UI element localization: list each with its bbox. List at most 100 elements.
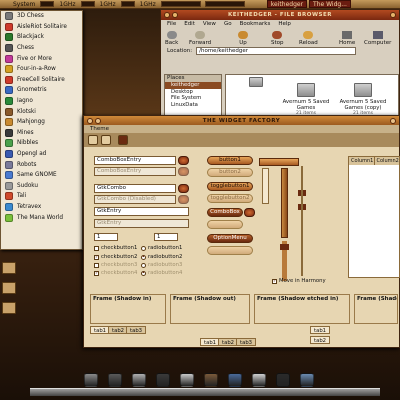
- button1[interactable]: button1: [207, 156, 253, 165]
- menu-item-game[interactable]: Gnometris: [1, 85, 82, 96]
- menu-item-game[interactable]: Iagno: [1, 96, 82, 107]
- menu-bookmarks[interactable]: Bookmarks: [240, 21, 271, 27]
- menu-view[interactable]: View: [203, 21, 216, 27]
- column-header[interactable]: Column1: [349, 157, 375, 165]
- dock-app-icon[interactable]: [228, 373, 242, 387]
- menu-item-game[interactable]: Mines: [1, 128, 82, 139]
- minimize-icon[interactable]: [95, 118, 101, 124]
- combo-box-button[interactable]: ComboBox: [207, 208, 243, 217]
- maximize-icon[interactable]: [390, 118, 396, 124]
- game-icon: [5, 33, 13, 42]
- maximize-icon[interactable]: [390, 12, 396, 18]
- menu-item-game[interactable]: Opengl ad: [1, 149, 82, 160]
- places-header[interactable]: Places: [165, 75, 221, 82]
- combo-box-entry[interactable]: ComboBoxEntry: [94, 156, 176, 165]
- menu-item-game[interactable]: Blackjack: [1, 32, 82, 43]
- stop-button[interactable]: Stop: [271, 31, 284, 46]
- dock-app-icon[interactable]: [252, 373, 266, 387]
- menu-item-game[interactable]: Chess: [1, 43, 82, 54]
- dock-app-icon[interactable]: [132, 373, 146, 387]
- minimize-icon[interactable]: [172, 12, 178, 18]
- dock-app-icon[interactable]: [108, 373, 122, 387]
- close-icon[interactable]: [164, 12, 170, 18]
- location-input[interactable]: /home/keithedger: [196, 47, 357, 55]
- menu-item-game[interactable]: Nibbles: [1, 138, 82, 149]
- menu-item-game[interactable]: Same GNOME: [1, 170, 82, 181]
- dock-app-icon[interactable]: [300, 373, 314, 387]
- computer-button[interactable]: Computer: [364, 31, 391, 46]
- menu-item-game[interactable]: FreeCell Solitaire: [1, 75, 82, 86]
- menu-help[interactable]: Help: [278, 21, 291, 27]
- checkbutton2[interactable]: ✓ checkbutton2: [94, 254, 137, 260]
- menu-item-game[interactable]: Klotski: [1, 106, 82, 117]
- back-button[interactable]: Back: [165, 31, 178, 46]
- new-icon[interactable]: [88, 135, 98, 145]
- desktop-icon[interactable]: [2, 302, 16, 314]
- spin-button[interactable]: 1: [94, 233, 118, 241]
- chevron-down-icon[interactable]: [244, 208, 255, 217]
- close-icon[interactable]: [87, 118, 93, 124]
- reload-button[interactable]: Reload: [299, 31, 318, 46]
- menu-item-game[interactable]: Tali: [1, 191, 82, 202]
- chevron-down-icon[interactable]: [178, 184, 189, 193]
- togglebutton1[interactable]: togglebutton1: [207, 182, 253, 191]
- radiobutton2[interactable]: • radiobutton2: [141, 254, 182, 260]
- menu-item-label: Five or More: [17, 55, 52, 62]
- window-titlebar[interactable]: KEITHEDGER - FILE BROWSER: [161, 10, 399, 20]
- menu-item-game[interactable]: Sudoku: [1, 181, 82, 192]
- dock-app-icon[interactable]: [180, 373, 194, 387]
- move-in-harmony-check[interactable]: ✓ Move in Harmony: [272, 278, 326, 284]
- menu-file[interactable]: File: [167, 21, 176, 27]
- tab-1[interactable]: tab1: [310, 326, 331, 334]
- dock-app-icon[interactable]: [156, 373, 170, 387]
- theme-menu[interactable]: Theme: [84, 125, 399, 133]
- tab-3[interactable]: tab3: [236, 338, 257, 346]
- menu-item-game[interactable]: Mahjongg: [1, 117, 82, 128]
- chevron-down-icon[interactable]: [178, 156, 189, 165]
- slider-handle[interactable]: [280, 244, 289, 250]
- desktop-icon[interactable]: [2, 262, 16, 274]
- taskbar-item-widget-factory[interactable]: The Widg...: [309, 0, 351, 8]
- save-icon[interactable]: [118, 135, 128, 145]
- system-menu[interactable]: System: [10, 1, 38, 8]
- menu-edit[interactable]: Edit: [184, 21, 195, 27]
- game-icon: [5, 97, 13, 106]
- dock-app-icon[interactable]: [84, 373, 98, 387]
- dock-app-icon[interactable]: [204, 373, 218, 387]
- menu-item-game[interactable]: Robots: [1, 159, 82, 170]
- column-header[interactable]: Column2: [375, 157, 400, 165]
- gtk-combo[interactable]: GtkCombo: [94, 184, 176, 193]
- home-button[interactable]: Home: [339, 31, 355, 46]
- radiobutton1[interactable]: radiobutton1: [141, 245, 182, 251]
- window-titlebar[interactable]: THE WIDGET FACTORY: [84, 116, 399, 125]
- gtk-entry[interactable]: GtkEntry: [94, 207, 189, 216]
- tab-3[interactable]: tab3: [126, 326, 147, 334]
- folder-item[interactable]: Avernum 5 Saved Games 21 items: [281, 83, 331, 117]
- vertical-scale[interactable]: [301, 166, 303, 276]
- folder-item[interactable]: [231, 77, 281, 89]
- menu-item-label: Sudoku: [17, 182, 39, 189]
- menu-item-game[interactable]: The Mana World: [1, 212, 82, 223]
- places-item-linuxdata[interactable]: LinuxData: [165, 102, 221, 109]
- taskbar-item-file-browser[interactable]: keithedger: [266, 0, 308, 8]
- menu-item-game[interactable]: Four-in-a-Row: [1, 64, 82, 75]
- spin-button[interactable]: 1: [154, 233, 178, 241]
- tab-2[interactable]: tab2: [310, 336, 331, 344]
- game-icon: [5, 181, 13, 190]
- desktop-icon[interactable]: [2, 282, 16, 294]
- folder-icon: [249, 77, 263, 87]
- menu-item-game[interactable]: Five or More: [1, 53, 82, 64]
- open-icon[interactable]: [101, 135, 111, 145]
- menu-item-game[interactable]: AisleRiot Solitaire: [1, 22, 82, 33]
- forward-button[interactable]: Forward: [189, 31, 211, 46]
- up-button[interactable]: Up: [238, 31, 248, 46]
- menu-item-game[interactable]: Tetravex: [1, 202, 82, 213]
- widget-factory-window: THE WIDGET FACTORY Theme ComboBoxEntry C…: [83, 115, 400, 348]
- menu-item-game[interactable]: 3D Chess: [1, 11, 82, 22]
- checkbutton1[interactable]: checkbutton1: [94, 245, 137, 251]
- dock-app-icon[interactable]: [276, 373, 290, 387]
- option-menu-button[interactable]: OptionMenu: [207, 234, 253, 243]
- folder-item[interactable]: Avernum 5 Saved Games (copy) 21 items: [338, 83, 388, 117]
- tree-view[interactable]: Column1 Column2: [348, 156, 400, 278]
- menu-go[interactable]: Go: [224, 21, 232, 27]
